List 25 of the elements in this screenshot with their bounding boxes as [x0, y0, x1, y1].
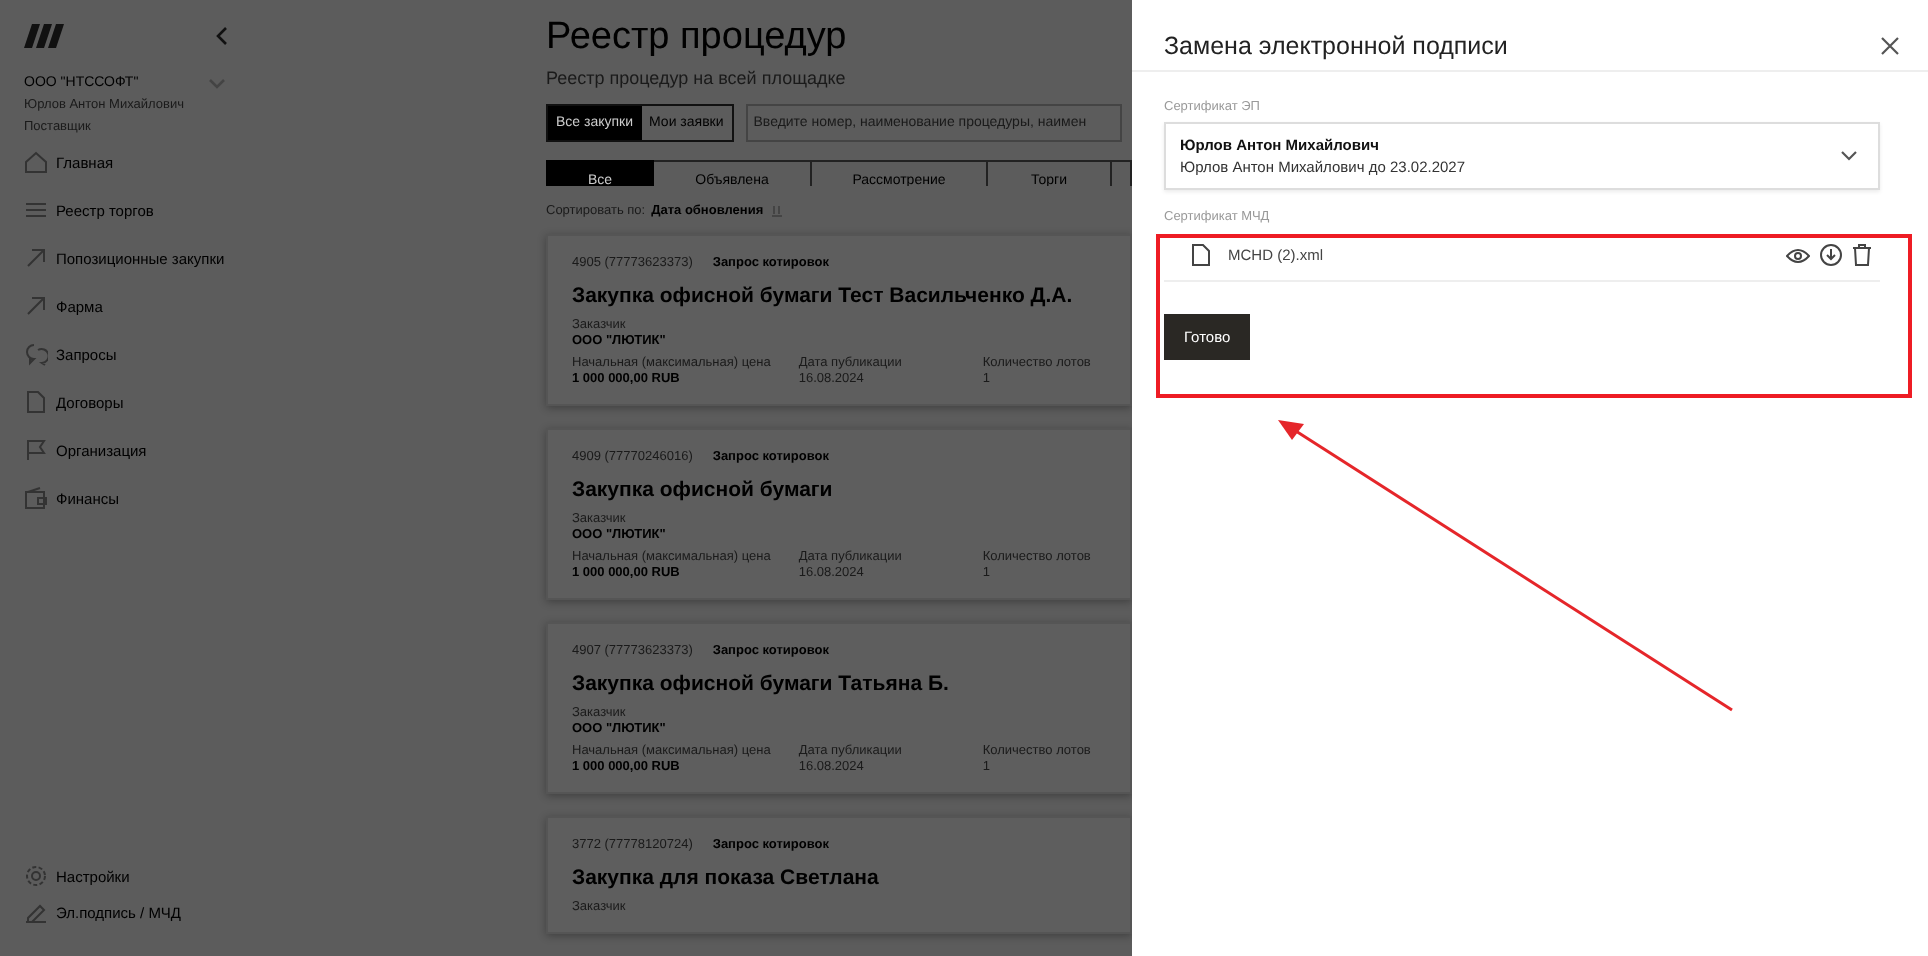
procedure-title: Закупка офисной бумаги Татьяна Б.	[572, 672, 949, 696]
file-icon	[1192, 244, 1210, 266]
arrow-icon	[24, 246, 48, 270]
settings-icon	[24, 864, 48, 888]
page-title: Реестр процедур	[546, 16, 847, 60]
close-icon[interactable]	[1880, 35, 1900, 55]
chevron-icon	[1840, 150, 1858, 162]
list-icon	[24, 198, 48, 222]
chat-icon	[24, 342, 48, 366]
eye-icon[interactable]	[1786, 247, 1810, 263]
flag-icon	[24, 438, 48, 462]
collapse-icon[interactable]	[214, 26, 230, 46]
arrow-icon	[24, 294, 48, 318]
procedure-title: Закупка офисной бумаги Тест Васильченко Д.А.	[572, 284, 1073, 308]
trash-icon[interactable]	[1852, 244, 1872, 266]
home-icon	[24, 150, 48, 174]
pen-icon	[24, 900, 48, 924]
download-icon[interactable]	[1820, 244, 1842, 266]
procedure-title: Закупка офисной бумаги	[572, 478, 833, 502]
wallet-icon	[24, 486, 48, 510]
document-icon	[24, 390, 48, 414]
logo-icon	[24, 24, 68, 48]
procedure-title: Закупка для показа Светлана	[572, 866, 879, 890]
drawer-title: Замена электронной подписи	[1164, 31, 1508, 59]
page-subtitle: Реестр процедур на всей площадке	[546, 68, 846, 88]
